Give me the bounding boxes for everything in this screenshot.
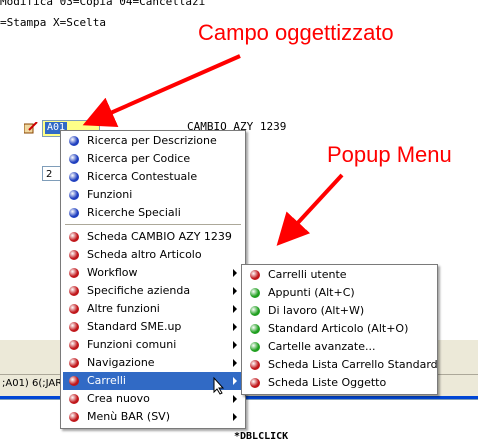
menu-item-label: Cartelle avanzate... [268, 340, 376, 353]
submenu-arrow-icon [233, 413, 237, 421]
menu-item[interactable]: Appunti (Alt+C) [244, 284, 435, 302]
red-dot-icon [250, 378, 260, 388]
menu-item-label: Ricerche Speciali [87, 206, 181, 219]
submenu-arrow-icon [233, 395, 237, 403]
menu-item-label: Di lavoro (Alt+W) [268, 304, 365, 317]
blue-dot-icon [69, 208, 79, 218]
blue-dot-icon [69, 172, 79, 182]
red-dot-icon [250, 360, 260, 370]
red-dot-icon [69, 304, 79, 314]
menu-item-label: Standard SME.up [87, 320, 182, 333]
menu-item-label: Carrelli utente [268, 268, 347, 281]
menu-separator [65, 224, 241, 225]
arrow-to-field [82, 54, 241, 127]
menu-item-label: Funzioni [87, 188, 133, 201]
menu-item[interactable]: Cartelle avanzate... [244, 338, 435, 356]
blue-dot-icon [69, 136, 79, 146]
red-dot-icon [69, 322, 79, 332]
menu-item-label: Scheda altro Articolo [87, 248, 202, 261]
submenu-arrow-icon [233, 305, 237, 313]
submenu-arrow-icon [233, 269, 237, 277]
red-dot-icon [69, 250, 79, 260]
red-dot-icon [69, 376, 79, 386]
menu-item[interactable]: Workflow [63, 264, 243, 282]
menu-item[interactable]: Scheda Lista Carrello Standard [244, 356, 438, 374]
menu-item[interactable]: Navigazione [63, 354, 243, 372]
menu-item[interactable]: Ricerca per Codice [63, 150, 243, 168]
submenu-arrow-icon [233, 287, 237, 295]
green-dot-icon [250, 324, 260, 334]
menu-item-label: Navigazione [87, 356, 155, 369]
green-dot-icon [250, 306, 260, 316]
red-dot-icon [69, 340, 79, 350]
red-dot-icon [250, 270, 260, 280]
menu-item-label: Altre funzioni [87, 302, 160, 315]
menu-item-label: Scheda CAMBIO AZY 1239 [87, 230, 232, 243]
green-dot-icon [250, 288, 260, 298]
menu-item-label: Ricerca per Codice [87, 152, 191, 165]
menu-item[interactable]: Funzioni [63, 186, 243, 204]
menu-item[interactable]: Scheda CAMBIO AZY 1239 [63, 228, 243, 246]
menu-item[interactable]: Menù BAR (SV) [63, 408, 243, 426]
submenu-arrow-icon [233, 359, 237, 367]
menu-item[interactable]: Funzioni comuni [63, 336, 243, 354]
blue-dot-icon [69, 190, 79, 200]
cart-submenu: Carrelli utente Appunti (Alt+C) Di lavoro … [241, 264, 438, 395]
red-dot-icon [69, 394, 79, 404]
menu-item-label: Ricerca per Descrizione [87, 134, 217, 147]
menu-item[interactable]: Altre funzioni [63, 300, 243, 318]
mouse-cursor-icon [213, 377, 225, 395]
menu-item-label: Carrelli [87, 374, 126, 387]
menu-item-label: Specifiche azienda [87, 284, 191, 297]
menu-item-label: Workflow [87, 266, 138, 279]
menu-item[interactable]: Di lavoro (Alt+W) [244, 302, 435, 320]
red-dot-icon [69, 358, 79, 368]
blue-dot-icon [69, 154, 79, 164]
menu-item-label: Menù BAR (SV) [87, 410, 170, 423]
submenu-arrow-icon [233, 341, 237, 349]
menu-item-label: Funzioni comuni [87, 338, 177, 351]
red-dot-icon [69, 268, 79, 278]
green-dot-icon [250, 342, 260, 352]
submenu-arrow-icon [233, 323, 237, 331]
menu-item-label: Scheda Liste Oggetto [268, 376, 387, 389]
arrow-to-popup [276, 173, 344, 246]
menu-item[interactable]: Ricerca Contestuale [63, 168, 243, 186]
menu-item[interactable]: Scheda Liste Oggetto [244, 374, 435, 392]
menu-item[interactable]: Standard Articolo (Alt+O) [244, 320, 435, 338]
menu-item[interactable]: Specifiche azienda [63, 282, 243, 300]
menu-item-label: Ricerca Contestuale [87, 170, 198, 183]
menu-item[interactable]: Carrelli utente [244, 266, 435, 284]
red-dot-icon [69, 412, 79, 422]
submenu-arrow-icon [233, 377, 237, 385]
menu-item-label: Appunti (Alt+C) [268, 286, 355, 299]
red-dot-icon [69, 286, 79, 296]
menu-item[interactable]: Ricerca per Descrizione [63, 132, 243, 150]
red-dot-icon [69, 232, 79, 242]
menu-item-label: Crea nuovo [87, 392, 150, 405]
menu-item-label: Scheda Lista Carrello Standard [268, 358, 438, 371]
menu-item[interactable]: Ricerche Speciali [63, 204, 243, 222]
menu-item[interactable]: Standard SME.up [63, 318, 243, 336]
menu-item-label: Standard Articolo (Alt+O) [268, 322, 409, 335]
menu-item[interactable]: Scheda altro Articolo [63, 246, 243, 264]
